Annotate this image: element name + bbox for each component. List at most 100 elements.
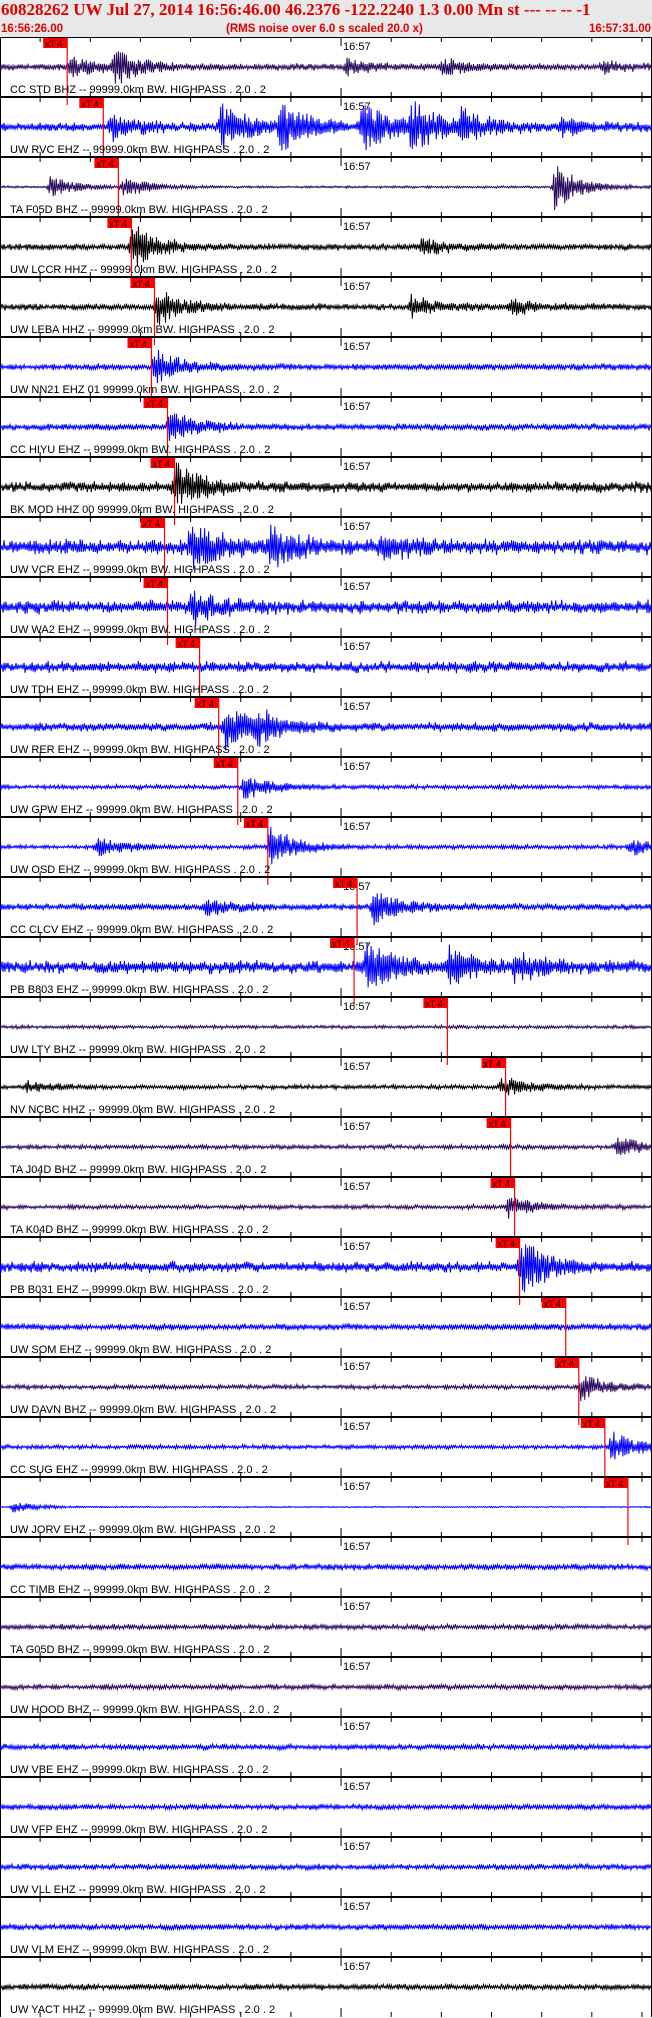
trace-panel: 16:57 xT 4 UW RVC EHZ -- 99999.0km BW. HIG… (0, 96, 652, 165)
pick-label: xT 4 (544, 1299, 561, 1309)
waveform (0, 1078, 652, 1096)
pick-label: xT 4 (583, 1419, 600, 1429)
pick-label: xT 4 (153, 459, 170, 469)
station-label: UW LEBA HHZ -- 99999.0km BW. HIGHPASS . … (10, 324, 275, 336)
station-label: TA G05D BHZ -- 99999.0km BW. HIGHPASS . … (10, 1644, 269, 1656)
time-tick-label: 16:57 (343, 1781, 371, 1793)
station-label: UW SOM EHZ -- 99999.0km BW. HIGHPASS . 2… (10, 1344, 271, 1356)
start-time: 16:56:26.00 (1, 23, 64, 35)
time-tick-label: 16:57 (343, 701, 371, 713)
station-label: TA J04D BHZ -- 99999.0km BW. HIGHPASS . … (10, 1164, 266, 1176)
pick-label: xT 4 (246, 819, 263, 829)
trace-panel: 16:57 UW VLM EHZ -- 99999.0km BW. HIGHPAS… (0, 1896, 652, 1957)
trace-panel: 16:57 xT 4 TA J04D BHZ -- 99999.0km BW. HI… (0, 1116, 652, 1185)
time-tick-label: 16:57 (343, 641, 371, 653)
trace-panel: 16:57 xT 4 CC STD BHZ -- 99999.0km BW. HIG… (0, 37, 652, 105)
waveform (0, 1742, 652, 1752)
pick-label: xT 4 (557, 1359, 574, 1369)
pick-label: xT 4 (484, 1059, 501, 1069)
pick-label: xT 4 (216, 759, 233, 769)
time-tick-label: 16:57 (343, 1001, 371, 1013)
pick-label: xT 4 (129, 339, 146, 349)
waveform (0, 1137, 652, 1156)
station-label: UW GPW EHZ -- 99999.0km BW. HIGHPASS . 2… (10, 804, 273, 816)
time-tick-label: 16:57 (343, 1661, 371, 1673)
waveform (0, 1562, 652, 1572)
pick-label: xT 4 (109, 219, 126, 229)
time-tick-label: 16:57 (343, 1601, 371, 1613)
waveform (0, 51, 652, 84)
station-label: PB B031 EHZ -- 99999.0km BW. HIGHPASS . … (10, 1284, 268, 1296)
station-label: UW VLM EHZ -- 99999.0km BW. HIGHPASS . 2… (10, 1944, 269, 1956)
station-label: UW LCCR HHZ -- 99999.0km BW. HIGHPASS . … (10, 264, 277, 276)
trace-plot: 16:57 xT 4 CC STD BHZ -- 99999.0km BW. HIG… (0, 37, 652, 2017)
station-label: UW WA2 EHZ -- 99999.0km BW. HIGHPASS . 2… (10, 624, 270, 636)
station-label: UW DAVN BHZ -- 99999.0km BW. HIGHPASS . … (10, 1404, 276, 1416)
time-tick-label: 16:57 (343, 581, 371, 593)
time-tick-label: 16:57 (343, 821, 371, 833)
pick-label: xT 4 (493, 1179, 510, 1189)
trace-panel: 16:57 xT 4 UW RER EHZ -- 99999.0km BW. HIG… (0, 696, 652, 765)
time-tick-label: 16:57 (343, 1181, 371, 1193)
station-label: CC SUG EHZ -- 99999.0km BW. HIGHPASS . 2… (10, 1464, 268, 1476)
time-tick-label: 16:57 (343, 1301, 371, 1313)
trace-panel: 16:57 xT 4 UW WA2 EHZ -- 99999.0km BW. HIG… (0, 576, 652, 645)
waveform (0, 893, 652, 926)
waveform (0, 660, 652, 674)
trace-panel: 16:57xT 4PB B803 EHZ -- 99999.0km BW. HI… (0, 936, 652, 1005)
pick-label: xT 4 (81, 99, 98, 109)
station-label: UW HOOD BHZ -- 99999.0km BW. HIGHPASS . … (10, 1704, 279, 1716)
time-tick-label: 16:57 (343, 401, 371, 413)
station-label: PB B803 EHZ -- 99999.0km BW. HIGHPASS . … (10, 984, 268, 996)
time-tick-label: 16:57 (343, 1361, 371, 1373)
pick-label: xT 4 (606, 1479, 623, 1489)
time-tick-label: 16:57 (343, 1901, 371, 1913)
pick-label: xT 4 (143, 519, 160, 529)
waveform (0, 1322, 652, 1332)
pick-label: xT 4 (498, 1239, 515, 1249)
time-tick-label: 16:57 (343, 1541, 371, 1553)
trace-panel: 16:57 UW VBE EHZ -- 99999.0km BW. HIGHPAS… (0, 1716, 652, 1777)
station-label: UW VFP EHZ -- 99999.0km BW. HIGHPASS . 2… (10, 1824, 268, 1836)
time-tick-label: 16:57 (343, 761, 371, 773)
time-tick-label: 16:57 (343, 1961, 371, 1973)
pick-label: xT 4 (197, 699, 214, 709)
end-time: 16:57:31.00 (588, 23, 651, 35)
waveform (0, 1023, 652, 1031)
waveform (0, 1982, 652, 1992)
waveform (0, 413, 652, 441)
trace-panel: 16:57 xT 4 TA K04D BHZ -- 99999.0km BW. HI… (0, 1176, 652, 1245)
pick-label: xT 4 (335, 879, 352, 889)
station-label: UW JORV EHZ -- 99999.0km BW. HIGHPASS . … (10, 1524, 276, 1536)
time-tick-label: 16:57 (343, 521, 371, 533)
trace-panel: 16:57 xT 4 UW LEBA HHZ -- 99999.0km BW. HI… (0, 276, 652, 345)
time-tick-label: 16:57 (343, 1121, 371, 1133)
pick-label: xT 4 (489, 1119, 506, 1129)
trace-panel: 16:57 xT 4 UW VCR EHZ -- 99999.0km BW. HIG… (0, 516, 652, 585)
time-tick-label: 16:57 (343, 41, 371, 53)
trace-panel: 16:57 xT 4 UW TDH EHZ -- 99999.0km BW. HIG… (0, 636, 652, 705)
trace-panel: 16:57 xT 4 UW JORV EHZ -- 99999.0km BW. HI… (0, 1476, 652, 1545)
station-label: UW LTY BHZ -- 99999.0km BW. HIGHPASS . 2… (10, 1044, 266, 1056)
station-label: CC STD BHZ -- 99999.0km BW. HIGHPASS . 2… (10, 84, 266, 96)
waveform (0, 1682, 652, 1692)
waveform (0, 1376, 652, 1402)
waveform (0, 292, 652, 325)
time-tick-label: 16:57 (343, 221, 371, 233)
trace-panel: 16:57 UW HOOD BHZ -- 99999.0km BW. HIGHPA… (0, 1656, 652, 1717)
trace-panel: 16:57 xT 4 CC HIYU EHZ -- 99999.0km BW. HI… (0, 396, 652, 465)
waveform (0, 1431, 652, 1460)
waveform (0, 1502, 652, 1513)
waveform (0, 826, 652, 865)
time-tick-label: 16:57 (343, 1421, 371, 1433)
station-label: UW TDH EHZ -- 99999.0km BW. HIGHPASS . 2… (10, 684, 269, 696)
trace-panel: 16:57 xT 4 UW GPW EHZ -- 99999.0km BW. HIG… (0, 756, 652, 825)
waveform (0, 226, 652, 267)
station-label: CC CLCV EHZ -- 99999.0km BW. HIGHPASS . … (10, 924, 273, 936)
trace-panel: 16:57 xT 4 PB B031 EHZ -- 99999.0km BW. HI… (0, 1236, 652, 1305)
station-label: CC HIYU EHZ -- 99999.0km BW. HIGHPASS . … (10, 444, 270, 456)
trace-panel: 16:57 xT 4 UW LTY BHZ -- 99999.0km BW. HIG… (0, 996, 652, 1065)
time-tick-label: 16:57 (343, 1721, 371, 1733)
pick-label: xT 4 (146, 579, 163, 589)
station-label: CC TIMB EHZ -- 99999.0km BW. HIGHPASS . … (10, 1584, 270, 1596)
